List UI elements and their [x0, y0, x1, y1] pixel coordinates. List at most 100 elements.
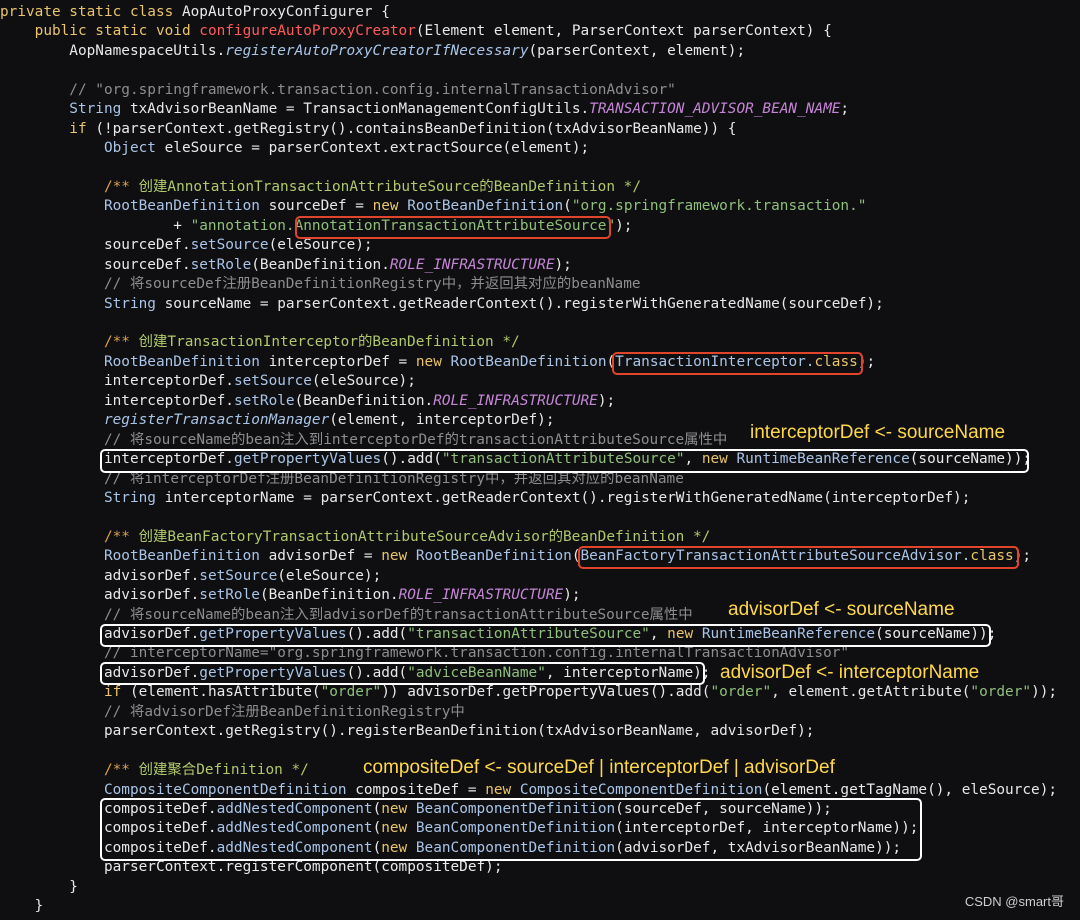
code-token: public static void	[0, 23, 200, 40]
code-token: RootBeanDefinition	[407, 198, 564, 215]
code-line: // 将interceptorDef注册BeanDefinitionRegist…	[0, 470, 1080, 489]
code-token: new	[372, 198, 408, 215]
code-token: new	[381, 839, 416, 856]
code-token: ));	[1031, 684, 1058, 701]
code-token: if	[0, 684, 130, 701]
code-token: "transactionAttributeSource"	[441, 451, 685, 468]
code-token: getPropertyValues	[233, 451, 382, 468]
code-token: setRole	[190, 256, 252, 273]
code-token: );	[597, 392, 616, 409]
code-token: )) advisorDef.getPropertyValues().add(	[381, 684, 711, 701]
code-token: getPropertyValues	[199, 626, 347, 642]
code-token: ,	[684, 451, 702, 468]
code-line: Object eleSource = parserContext.extract…	[0, 139, 1080, 158]
code-token: "annotation.AnnotationTransactionAttribu…	[190, 217, 616, 234]
code-token: );	[615, 217, 633, 234]
code-token: (element, interceptorDef);	[329, 412, 555, 429]
code-token: (	[571, 548, 581, 565]
code-token: sourceName = parserContext.getReaderCont…	[164, 295, 884, 312]
code-line: public static void configureAutoProxyCre…	[0, 22, 1080, 41]
code-token: sourceDef.	[0, 256, 191, 273]
code-token: if	[0, 120, 96, 137]
code-token: compositeDef.	[0, 839, 217, 856]
code-line: /** 创建TransactionInterceptor的BeanDefinit…	[0, 333, 1080, 352]
code-token: TransactionInterceptor.	[615, 353, 815, 370]
code-token: addNestedComponent	[216, 839, 373, 856]
code-token: RootBeanDefinition	[415, 548, 572, 565]
code-token: parserContext.getRegistry().registerBean…	[0, 723, 815, 740]
code-line: sourceDef.setSource(eleSource);	[0, 236, 1080, 255]
code-token: // 将advisorDef注册BeanDefinitionRegistry中	[0, 703, 465, 720]
code-line: private static class AopAutoProxyConfigu…	[0, 3, 1080, 22]
code-token: (element.hasAttribute(	[129, 684, 321, 701]
code-line: interceptorDef.getPropertyValues().add("…	[0, 450, 1080, 469]
code-token: (eleSource);	[268, 237, 373, 254]
code-token: BeanComponentDefinition	[415, 839, 616, 856]
code-line: advisorDef.setSource(eleSource);	[0, 567, 1080, 586]
code-line: AopNamespaceUtils.registerAutoProxyCreat…	[0, 42, 1080, 61]
code-line: parserContext.getRegistry().registerBean…	[0, 722, 1080, 741]
code-token: );	[563, 587, 581, 604]
code-token: (	[372, 820, 382, 837]
code-token: new	[381, 820, 416, 837]
code-token: advisorDef.	[0, 567, 200, 584]
code-token: 创建BeanFactoryTransactionAttributeSourceA…	[138, 528, 711, 545]
code-token: String	[0, 489, 165, 506]
code-token: /**	[0, 334, 139, 351]
code-token: String	[0, 295, 165, 312]
code-token: RootBeanDefinition	[0, 548, 269, 565]
annotation-advisor-source: advisorDef <- sourceName	[728, 599, 955, 620]
code-token: "order"	[710, 684, 772, 701]
code-line: compositeDef.addNestedComponent(new Bean…	[0, 800, 1080, 819]
code-token: ().add(	[346, 626, 408, 642]
code-line: // "org.springframework.transaction.conf…	[0, 81, 1080, 100]
code-line: // interceptorName="org.springframework.…	[0, 644, 1080, 663]
code-token: compositeDef.	[0, 820, 217, 837]
code-line: + "annotation.AnnotationTransactionAttri…	[0, 217, 1080, 236]
code-line: }	[0, 897, 1080, 916]
code-token: ROLE_INFRASTRUCTURE	[389, 256, 555, 273]
code-token: sourceDef.	[0, 237, 191, 254]
code-token: registerAutoProxyCreatorIfNecessary	[225, 42, 529, 59]
code-token: (sourceDef, sourceName));	[615, 800, 832, 817]
code-token: interceptorName = parserContext.getReade…	[164, 489, 971, 506]
code-line: RootBeanDefinition interceptorDef = new …	[0, 353, 1080, 372]
code-token: (element.getTagName(), eleSource);	[762, 781, 1058, 798]
code-token: compositeDef =	[355, 781, 486, 798]
code-token: eleSource = parserContext.extractSource(…	[164, 140, 590, 157]
code-token: 创建AnnotationTransactionAttributeSource的B…	[138, 178, 641, 195]
code-token: 创建聚合Definition */	[138, 762, 309, 779]
code-token: "order"	[970, 684, 1032, 701]
code-token: (advisorDef, txAdvisorBeanName));	[615, 839, 902, 856]
code-token: (parserContext, element);	[528, 42, 746, 59]
code-token: BeanComponentDefinition	[415, 800, 616, 817]
code-token: );	[1013, 548, 1032, 565]
code-token: class	[814, 353, 858, 370]
code-token: /**	[0, 762, 139, 779]
code-line: // 将sourceDef注册BeanDefinitionRegistry中，并…	[0, 275, 1080, 294]
code-token: (	[372, 839, 382, 856]
code-token: // 将interceptorDef注册BeanDefinitionRegist…	[0, 470, 684, 487]
code-token: BeanFactoryTransactionAttributeSourceAdv…	[580, 548, 971, 565]
code-token: Object	[0, 140, 165, 157]
code-token: registerTransactionManager	[0, 412, 330, 429]
code-line: String sourceName = parserContext.getRea…	[0, 295, 1080, 314]
code-token: "org.springframework.transaction."	[571, 198, 867, 215]
code-line: interceptorDef.setRole(BeanDefinition.RO…	[0, 392, 1080, 411]
code-token: advisorDef.	[0, 664, 200, 681]
code-token: ().add(	[346, 664, 408, 681]
code-token: /**	[0, 178, 139, 195]
code-token: "order"	[320, 684, 382, 701]
code-line: // 将advisorDef注册BeanDefinitionRegistry中	[0, 703, 1080, 722]
code-token: // 将sourceName的bean注入到advisorDef的transac…	[0, 606, 693, 623]
code-token: (BeanDefinition.	[251, 256, 390, 273]
annotation-interceptor: interceptorDef <- sourceName	[750, 422, 1006, 443]
code-token: advisorDef.	[0, 626, 200, 642]
code-line: sourceDef.setRole(BeanDefinition.ROLE_IN…	[0, 256, 1080, 275]
code-token: (	[372, 800, 382, 817]
code-token: 创建TransactionInterceptor的BeanDefinition …	[138, 334, 520, 351]
code-line: CompositeComponentDefinition compositeDe…	[0, 781, 1080, 800]
code-token: ;	[840, 101, 850, 118]
